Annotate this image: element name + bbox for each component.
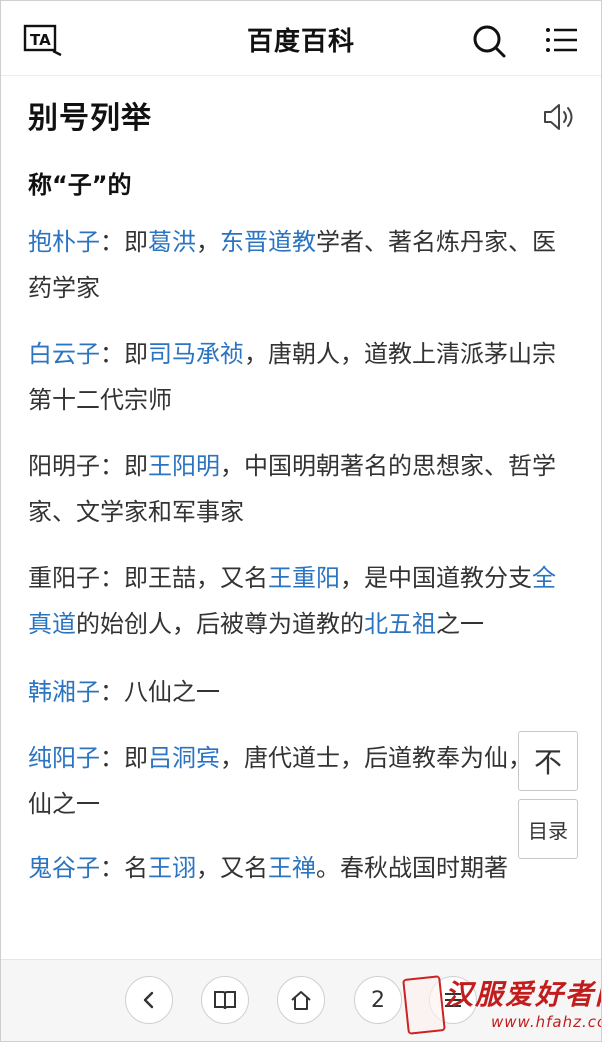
entry-text: ，又名 (196, 854, 268, 882)
entry-text: 阳明子：即 (28, 452, 148, 480)
page-number: 2 (371, 987, 385, 1013)
section-title: 别号列举 (28, 101, 152, 136)
top-header: TA 百度百科 (1, 1, 601, 76)
entry-link[interactable]: 王重阳 (268, 564, 340, 592)
list-item: 抱朴子：即葛洪，东晋道教学者、著名炼丹家、医药学家 (28, 219, 576, 311)
entry-link[interactable]: 吕洞宾 (148, 744, 220, 772)
speaker-icon[interactable] (541, 101, 577, 133)
back-to-top-button[interactable]: 不 (518, 731, 578, 791)
entry-link[interactable]: 王诩 (148, 854, 196, 882)
entry-name-link[interactable]: 抱朴子 (28, 228, 100, 256)
site-watermark: 汉服爱好者网 www.hfahz.com (402, 967, 601, 1039)
entry-text: 的始创人，后被尊为道教的 (76, 610, 364, 638)
entry-link[interactable]: 东晋道教 (220, 228, 316, 256)
entry-text: ，是中国道教分支 (340, 564, 532, 592)
back-button[interactable] (125, 976, 173, 1024)
entry-link[interactable]: 葛洪 (148, 228, 196, 256)
entry-text: ， (196, 228, 220, 256)
list-item: 韩湘子：八仙之一 (28, 669, 576, 715)
seal-icon (402, 975, 446, 1035)
watermark-name: 汉服爱好者网 (445, 978, 601, 1011)
subheading: 称“子”的 (28, 171, 132, 199)
list-item: 纯阳子：即吕洞宾，唐代道士，后道教奉为仙，八仙之一 (28, 735, 576, 827)
entry-text: ：即 (100, 744, 148, 772)
list-item: 阳明子：即王阳明，中国明朝著名的思想家、哲学家、文学家和军事家 (28, 443, 576, 535)
entry-text: 之一 (436, 610, 484, 638)
entry-text: ：八仙之一 (100, 678, 220, 706)
entry-text: ：即 (100, 340, 148, 368)
app-title: 百度百科 (246, 27, 355, 57)
entry-name-link[interactable]: 鬼谷子 (28, 854, 100, 882)
list-item: 白云子：即司马承祯，唐朝人，道教上清派茅山宗第十二代宗师 (28, 331, 576, 423)
entry-name-link[interactable]: 纯阳子 (28, 744, 100, 772)
book-icon (214, 991, 236, 1010)
entry-link[interactable]: 司马承祯 (148, 340, 244, 368)
menu-icon[interactable] (545, 25, 579, 55)
home-button[interactable] (277, 976, 325, 1024)
chevron-left-icon (143, 991, 154, 1009)
search-icon[interactable] (471, 23, 507, 59)
entry-text: 重阳子：即王喆，又名 (28, 564, 268, 592)
entry-link[interactable]: 王禅 (268, 854, 316, 882)
entry-text: ：即 (100, 228, 148, 256)
entry-name-link[interactable]: 白云子 (28, 340, 100, 368)
home-icon (291, 991, 311, 1010)
back-to-top-label: 不 (533, 746, 562, 779)
list-item: 重阳子：即王喆，又名王重阳，是中国道教分支全真道的始创人，后被尊为道教的北五祖之… (28, 555, 576, 647)
table-of-contents-button[interactable]: 目录 (518, 799, 578, 859)
entry-list: 抱朴子：即葛洪，东晋道教学者、著名炼丹家、医药学家 白云子：即司马承祯，唐朝人，… (28, 219, 576, 909)
entry-text: ：名 (100, 854, 148, 882)
list-item: 鬼谷子：名王诩，又名王禅。春秋战国时期著 (28, 845, 576, 891)
entry-link[interactable]: 北五祖 (364, 610, 436, 638)
entry-text: 。春秋战国时期著 (316, 854, 508, 882)
app-frame: TA 百度百科 别号列举 称“子”的 抱朴子：即葛洪，东晋道教学者、著名炼丹家、… (0, 0, 602, 1042)
book-button[interactable] (201, 976, 249, 1024)
page-count-button[interactable]: 2 (354, 976, 402, 1024)
watermark-url: www.hfahz.com (491, 1013, 601, 1031)
entry-name-link[interactable]: 韩湘子 (28, 678, 100, 706)
entry-link[interactable]: 王阳明 (148, 452, 220, 480)
toc-label: 目录 (528, 818, 568, 843)
